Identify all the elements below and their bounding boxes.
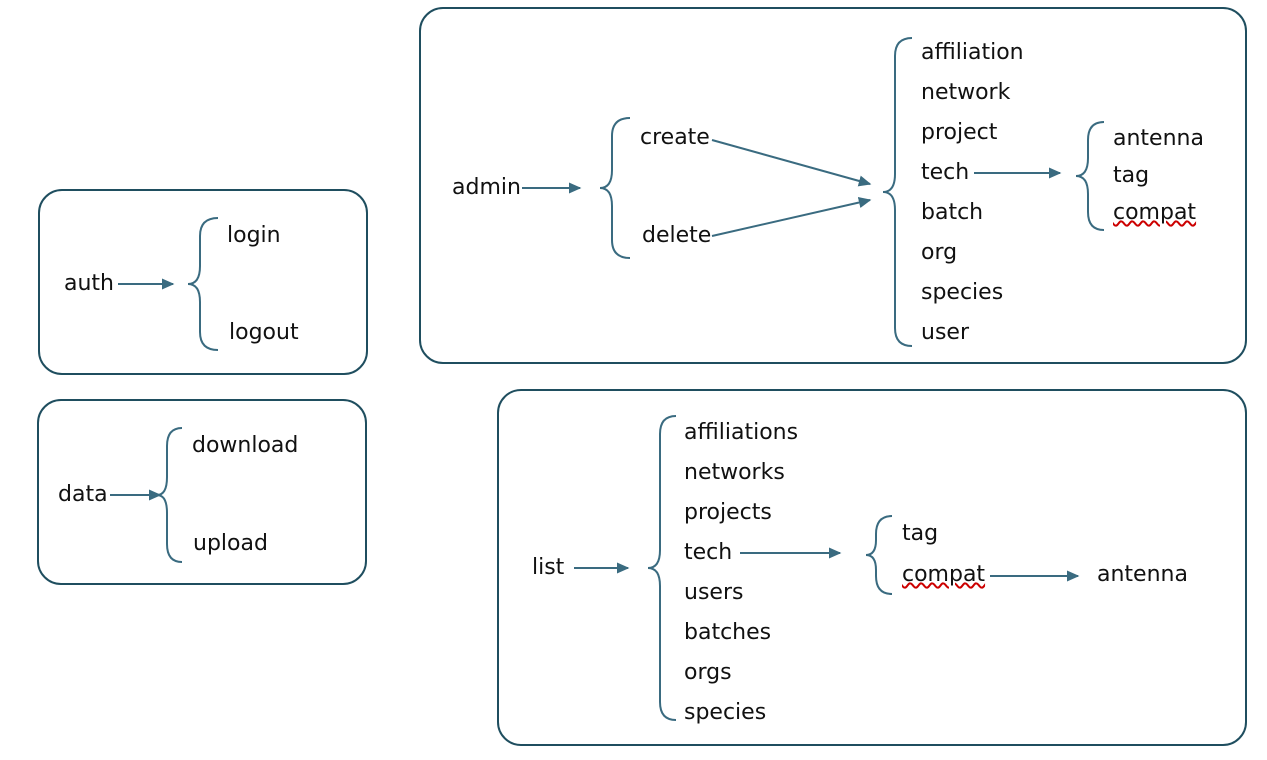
list-root-label: list <box>532 557 564 579</box>
admin-create-label: create <box>640 127 710 149</box>
admin-user-label: user <box>921 322 969 344</box>
admin-species-label: species <box>921 282 1003 304</box>
list-networks-label: networks <box>684 462 785 484</box>
list-users-label: users <box>684 582 743 604</box>
list-projects-label: projects <box>684 502 772 524</box>
list-batches-label: batches <box>684 622 771 644</box>
list-affiliations-label: affiliations <box>684 422 798 444</box>
list-orgs-label: orgs <box>684 662 732 684</box>
data-download-label: download <box>192 435 298 457</box>
list-tag-label: tag <box>902 523 938 545</box>
data-root-label: data <box>58 484 108 506</box>
auth-logout-label: logout <box>229 322 299 344</box>
admin-network-label: network <box>921 82 1010 104</box>
admin-affiliation-label: affiliation <box>921 42 1024 64</box>
list-species-label: species <box>684 702 766 724</box>
list-antenna-label: antenna <box>1097 564 1188 586</box>
admin-tech-label: tech <box>921 162 969 184</box>
admin-org-label: org <box>921 242 957 264</box>
list-tech-label: tech <box>684 542 732 564</box>
admin-delete-label: delete <box>642 225 711 247</box>
admin-project-label: project <box>921 122 997 144</box>
data-upload-label: upload <box>193 533 268 555</box>
admin-compat-label: compat <box>1113 202 1196 224</box>
admin-antenna-label: antenna <box>1113 128 1204 150</box>
auth-root-label: auth <box>64 273 114 295</box>
admin-tag-label: tag <box>1113 165 1149 187</box>
admin-batch-label: batch <box>921 202 983 224</box>
auth-login-label: login <box>227 225 281 247</box>
admin-root-label: admin <box>452 177 521 199</box>
list-compat-label: compat <box>902 564 985 586</box>
